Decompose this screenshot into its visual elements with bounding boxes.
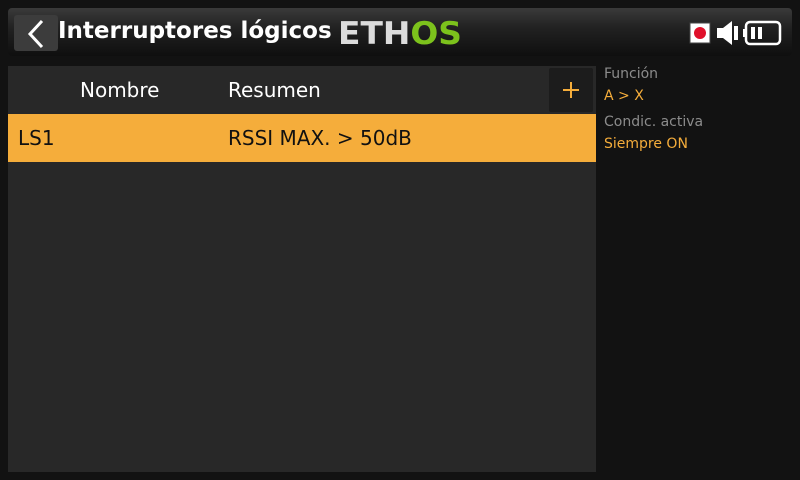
- back-arrow-icon: [27, 19, 44, 49]
- svg-text:ETHOS: ETH OS: [338, 17, 462, 49]
- active-condition-value: Siempre ON: [604, 136, 688, 152]
- ethos-logo: ETH OS: [338, 17, 462, 49]
- column-header-summary: Resumen: [228, 78, 321, 102]
- page-title: Interruptores lógicos: [58, 18, 332, 44]
- function-label: Función: [604, 66, 659, 82]
- top-bar: Interruptores lógicos ETH OS: [8, 8, 792, 56]
- plus-icon: [563, 82, 579, 98]
- table-row[interactable]: LS1 RSSI MAX. > 50dB: [8, 114, 596, 162]
- battery-icon: [743, 20, 782, 46]
- switch-name: LS1: [18, 126, 55, 150]
- switch-summary: RSSI MAX. > 50dB: [228, 126, 412, 150]
- function-value: A > X: [604, 88, 644, 104]
- active-condition-label: Condic. activa: [604, 114, 704, 130]
- back-button[interactable]: [14, 15, 58, 51]
- record-icon: [689, 22, 711, 44]
- speaker-icon: [717, 21, 738, 45]
- add-switch-button[interactable]: [549, 68, 593, 112]
- column-header-name: Nombre: [80, 78, 160, 102]
